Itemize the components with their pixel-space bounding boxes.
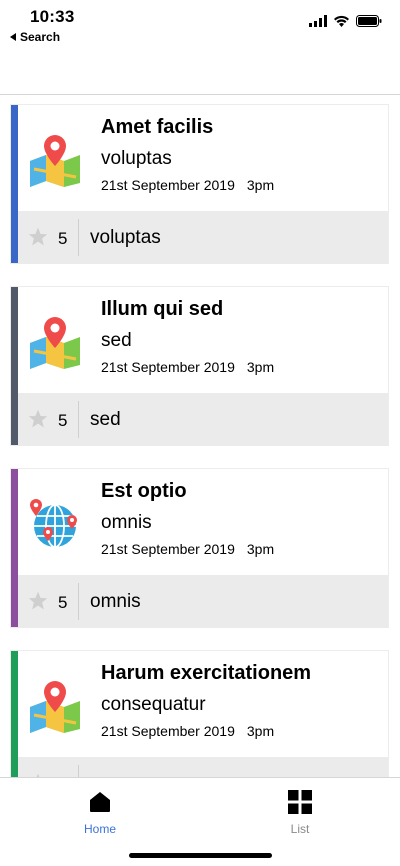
card-title: Illum qui sed: [101, 298, 224, 320]
rating-count: 5: [58, 411, 68, 430]
event-card[interactable]: Illum qui sed sed 21st September 2019 3pm…: [10, 286, 389, 446]
back-label: Search: [20, 30, 61, 44]
card-time: 3pm: [246, 359, 275, 375]
grid-icon: [288, 790, 312, 814]
map-pin-icon: [30, 135, 80, 187]
tab-home[interactable]: Home: [50, 784, 150, 836]
card-datetime: 21st September 2019 3pm: [101, 359, 274, 375]
event-list[interactable]: Amet facilis voluptas 21st September 201…: [0, 95, 400, 777]
star-icon[interactable]: [28, 591, 48, 611]
card-accent-bar: [11, 651, 18, 777]
event-card[interactable]: Harum exercitationem consequatur 21st Se…: [10, 650, 389, 777]
card-footer: 5 sed: [18, 393, 388, 446]
status-bar: 10:33 Search: [0, 0, 400, 48]
footer-divider: [78, 583, 79, 620]
back-to-search-link[interactable]: Search: [10, 30, 60, 44]
card-time: 3pm: [246, 541, 275, 557]
card-footer-text: voluptas: [90, 227, 161, 248]
map-pin-icon: [30, 317, 80, 369]
event-card[interactable]: Amet facilis voluptas 21st September 201…: [10, 104, 389, 264]
card-footer-text: omnis: [90, 591, 141, 612]
footer-divider: [78, 765, 79, 777]
card-footer: 5 voluptas: [18, 211, 388, 264]
card-title: Amet facilis: [101, 116, 214, 138]
card-subtitle: voluptas: [101, 148, 172, 169]
rating-count: 5: [58, 229, 68, 248]
navigation-bar: [0, 48, 400, 95]
status-time: 10:33: [30, 7, 75, 26]
home-icon: [90, 792, 110, 812]
star-icon[interactable]: [28, 409, 48, 429]
card-subtitle: consequatur: [101, 694, 206, 715]
card-date: 21st September 2019: [101, 359, 235, 375]
rating-count: 5: [58, 593, 68, 612]
event-card[interactable]: Est optio omnis 21st September 2019 3pm 5…: [10, 468, 389, 628]
signal-icon: [309, 15, 327, 27]
card-subtitle: sed: [101, 330, 132, 351]
footer-divider: [78, 401, 79, 438]
tab-list-label: List: [290, 822, 310, 836]
card-accent-bar: [11, 105, 18, 263]
back-arrow-icon: [10, 33, 16, 41]
card-footer-text: sed: [90, 409, 121, 430]
status-icons: [309, 15, 382, 27]
card-footer: 5 omnis: [18, 575, 388, 628]
card-subtitle: omnis: [101, 512, 152, 533]
card-date: 21st September 2019: [101, 177, 235, 193]
home-indicator[interactable]: [129, 853, 272, 858]
map-pin-icon: [30, 681, 80, 733]
card-footer: [18, 757, 388, 777]
card-datetime: 21st September 2019 3pm: [101, 723, 274, 739]
card-title: Est optio: [101, 480, 187, 502]
wifi-icon: [334, 15, 349, 27]
battery-icon: [356, 15, 382, 27]
card-date: 21st September 2019: [101, 541, 235, 557]
card-datetime: 21st September 2019 3pm: [101, 541, 274, 557]
footer-divider: [78, 219, 79, 256]
card-date: 21st September 2019: [101, 723, 235, 739]
card-time: 3pm: [246, 177, 275, 193]
tab-list[interactable]: List: [250, 784, 350, 836]
card-datetime: 21st September 2019 3pm: [101, 177, 274, 193]
tab-home-label: Home: [83, 822, 116, 836]
card-title: Harum exercitationem: [101, 662, 312, 684]
card-accent-bar: [11, 287, 18, 445]
card-accent-bar: [11, 469, 18, 627]
star-icon[interactable]: [28, 227, 48, 247]
card-time: 3pm: [246, 723, 275, 739]
globe-pin-icon: [30, 499, 77, 548]
